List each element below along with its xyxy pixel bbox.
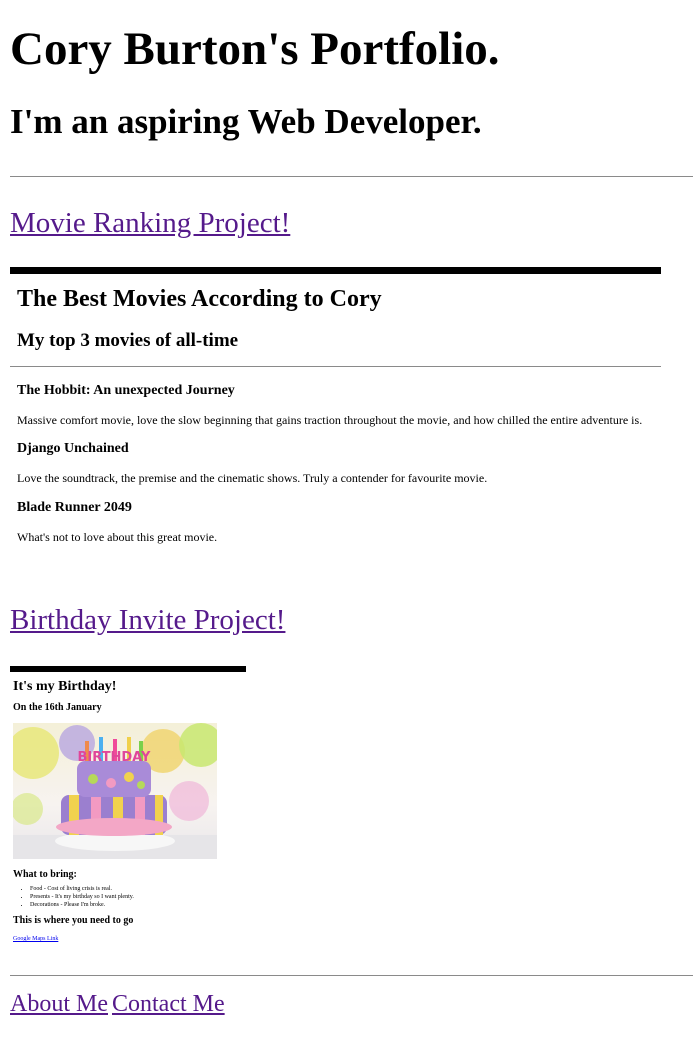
about-me-link[interactable]: About Me <box>10 991 108 1017</box>
footer-nav: About Me Contact Me <box>10 990 693 1018</box>
birthday-date: On the 16th January <box>13 702 102 713</box>
movie-project-link[interactable]: Movie Ranking Project! <box>10 206 290 240</box>
google-maps-link[interactable]: Google Maps Link <box>13 936 58 942</box>
movie-title: Django Unchained <box>17 441 129 456</box>
birthday-project-link[interactable]: Birthday Invite Project! <box>10 603 285 637</box>
list-item: Presents - It's my birthday so I want pl… <box>30 893 246 901</box>
movie-title: Blade Runner 2049 <box>17 500 132 515</box>
bring-heading: What to bring: <box>13 869 77 880</box>
movie-divider <box>10 366 661 367</box>
page-title: Cory Burton's Portfolio. <box>10 23 500 75</box>
divider-bottom <box>10 975 693 976</box>
movie-heading: The Best Movies According to Cory <box>17 286 382 312</box>
cake-illustration: BIRTHDAY <box>13 723 217 859</box>
contact-me-link[interactable]: Contact Me <box>112 991 225 1017</box>
birthday-project-frame: It's my Birthday! On the 16th January BI… <box>10 666 246 945</box>
birthday-cake-image: BIRTHDAY <box>13 723 217 859</box>
divider-top <box>10 176 693 177</box>
page-subtitle: I'm an aspiring Web Developer. <box>10 102 482 141</box>
movie-description: Love the soundtrack, the premise and the… <box>17 471 488 485</box>
list-item: Food - Cost of living crisis is real. <box>30 885 246 893</box>
location-heading: This is where you need to go <box>13 915 134 926</box>
movie-description: What's not to love about this great movi… <box>17 530 218 544</box>
portfolio-page: Cory Burton's Portfolio. I'm an aspiring… <box>0 0 693 1018</box>
svg-text:BIRTHDAY: BIRTHDAY <box>78 750 152 765</box>
movie-title: The Hobbit: An unexpected Journey <box>17 383 235 398</box>
movie-project-frame: The Best Movies According to Cory My top… <box>10 267 661 544</box>
birthday-project-section: Birthday Invite Project! <box>10 603 693 637</box>
movie-project-section: Movie Ranking Project! <box>10 206 693 240</box>
movie-description: Massive comfort movie, love the slow beg… <box>17 413 643 427</box>
bring-list: Food - Cost of living crisis is real. Pr… <box>13 881 246 909</box>
movie-subheading: My top 3 movies of all-time <box>17 330 239 351</box>
list-item: Decorations - Please I'm broke. <box>30 901 246 909</box>
birthday-heading: It's my Birthday! <box>13 679 117 694</box>
